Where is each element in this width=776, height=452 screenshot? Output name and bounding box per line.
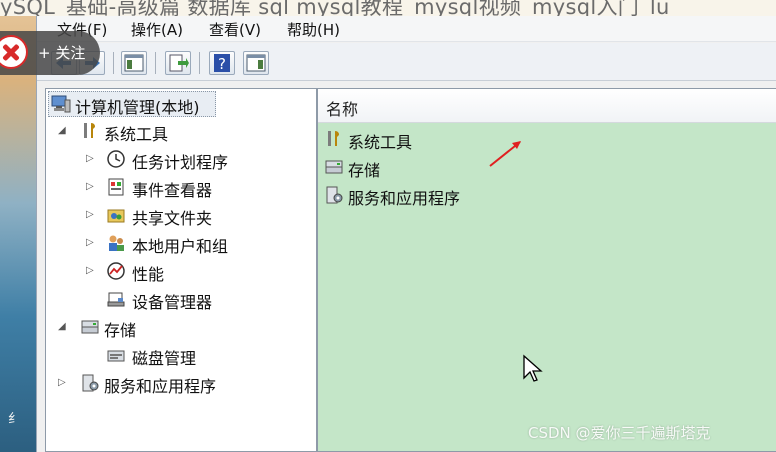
menu-action[interactable]: 操作(A)	[131, 19, 183, 40]
tree-label: 计算机管理(本地)	[75, 98, 200, 117]
list-item-label: 系统工具	[348, 133, 413, 152]
tree-item-event-viewer[interactable]: ▷ 事件查看器	[86, 175, 286, 201]
tree-item-services-applications[interactable]: ▷ 服务和应用程序	[58, 371, 258, 397]
expand-arrow-icon[interactable]: ▷	[86, 265, 96, 277]
tree-label: 事件查看器	[132, 181, 213, 200]
expand-arrow-icon[interactable]: ▷	[86, 209, 96, 221]
tree-label: 磁盘管理	[132, 349, 197, 368]
device-manager-icon	[106, 289, 126, 309]
tree-label: 任务计划程序	[132, 153, 229, 172]
services-applications-icon	[324, 185, 344, 205]
video-title: ySQL_基础-高级篇 数据库 sql mysql教程_mysql视频_mysq…	[0, 0, 670, 16]
list-item-label: 服务和应用程序	[348, 189, 461, 208]
tree-label: 本地用户和组	[132, 237, 229, 256]
tree-label: 存储	[104, 321, 137, 340]
tree-label: 性能	[132, 265, 165, 284]
menu-help[interactable]: 帮助(H)	[287, 19, 340, 40]
toolbar-separator	[113, 52, 114, 74]
system-tools-icon	[80, 121, 100, 141]
collapse-arrow-icon[interactable]: ◢	[58, 125, 68, 137]
tree-item-storage[interactable]: ◢ 存储	[58, 315, 258, 341]
disk-management-icon	[106, 345, 126, 365]
video-title-bar: ySQL_基础-高级篇 数据库 sql mysql教程_mysql视频_mysq…	[0, 0, 776, 16]
results-pane: 名称 系统工具 存储 服务和应用程序	[317, 88, 776, 452]
column-header-name[interactable]: 名称	[318, 89, 776, 123]
svg-text:?: ?	[218, 55, 226, 73]
tree-item-system-tools[interactable]: ◢ 系统工具	[58, 119, 258, 145]
tree-item-performance[interactable]: ▷ 性能	[86, 259, 286, 285]
storage-icon	[324, 157, 344, 177]
export-list-icon[interactable]	[165, 51, 191, 75]
expand-arrow-icon[interactable]: ▷	[58, 377, 68, 389]
tree-label: 服务和应用程序	[104, 377, 217, 396]
expand-arrow-icon[interactable]: ▷	[86, 181, 96, 193]
tree-item-shared-folders[interactable]: ▷ 共享文件夹	[86, 203, 286, 229]
help-icon[interactable]: ?	[209, 51, 235, 75]
expand-arrow-icon[interactable]: ▷	[86, 237, 96, 249]
toolbar-separator	[199, 52, 200, 74]
expand-arrow-icon[interactable]: ▷	[86, 153, 96, 165]
follow-button[interactable]: + 关注	[38, 42, 85, 63]
event-viewer-icon	[106, 177, 126, 197]
tree-label: 设备管理器	[132, 293, 213, 312]
console-tree: 计算机管理(本地) ◢ 系统工具 ▷ 任务计划程序 ▷ 事件查看器 ▷ 共享文件…	[45, 88, 317, 452]
shared-folders-icon	[106, 205, 126, 225]
storage-icon	[80, 317, 100, 337]
collapse-arrow-icon[interactable]: ◢	[58, 321, 68, 333]
users-icon	[106, 233, 126, 253]
watermark: CSDN @爱你三千遍斯塔克	[528, 424, 711, 442]
tree-label: 系统工具	[104, 125, 169, 144]
toolbar: ?	[37, 43, 776, 81]
annotation-arrow-icon	[489, 141, 521, 167]
menu-bar: 文件(F) 操作(A) 查看(V) 帮助(H)	[37, 16, 776, 42]
background-text: 纟	[8, 412, 22, 427]
task-scheduler-icon	[106, 149, 126, 169]
menu-view[interactable]: 查看(V)	[209, 19, 261, 40]
tree-item-disk-management[interactable]: 磁盘管理	[86, 343, 286, 369]
show-hide-tree-icon[interactable]	[121, 51, 147, 75]
tree-item-device-manager[interactable]: 设备管理器	[86, 287, 286, 313]
show-hide-action-pane-icon[interactable]	[243, 51, 269, 75]
tree-label: 共享文件夹	[132, 209, 213, 228]
tree-item-task-scheduler[interactable]: ▷ 任务计划程序	[86, 147, 286, 173]
computer-management-icon	[51, 94, 71, 114]
computer-management-window: 文件(F) 操作(A) 查看(V) 帮助(H) ? 计算机管理(本地) ◢ 系统…	[36, 16, 776, 452]
toolbar-separator	[155, 52, 156, 74]
services-applications-icon	[80, 373, 100, 393]
tree-item-local-users-groups[interactable]: ▷ 本地用户和组	[86, 231, 286, 257]
system-tools-icon	[324, 129, 344, 149]
tree-item-computer-management[interactable]: 计算机管理(本地)	[48, 91, 216, 117]
list-item-label: 存储	[348, 161, 381, 180]
column-header-label: 名称	[326, 100, 359, 119]
mouse-cursor-icon	[523, 354, 543, 382]
performance-icon	[106, 261, 126, 281]
